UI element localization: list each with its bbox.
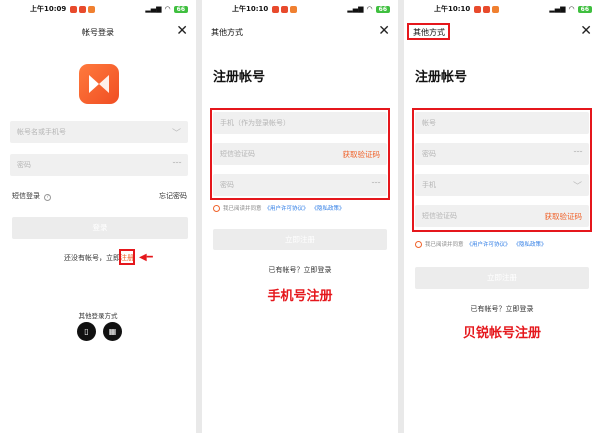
phone-input[interactable]: 手机（作为登录帐号） xyxy=(213,112,387,134)
nav-bar: 其他方式 ✕ xyxy=(202,22,398,42)
notification-icons xyxy=(272,5,298,13)
nav-bar: 帐号登录 ✕ xyxy=(0,22,196,42)
status-right: ▂▄▆ ◠ 66 xyxy=(145,5,188,13)
get-code-button[interactable]: 获取验证码 xyxy=(545,211,583,222)
caption-label: 贝锐帐号注册 xyxy=(462,326,541,341)
password-placeholder: 密码 xyxy=(17,161,31,169)
password-placeholder: 密码 xyxy=(422,150,436,158)
account-register-screen: 上午10:10 ▂▄▆ ◠ 66 其他方式 ✕ 注册帐号 帐号 密码 ˘˘˘ 手… xyxy=(404,0,600,433)
page-title: 帐号登录 xyxy=(82,28,114,37)
password-placeholder: 密码 xyxy=(220,181,234,189)
account-placeholder: 帐号名或手机号 xyxy=(17,128,66,136)
qr-code-icon[interactable]: ▦ xyxy=(103,322,122,341)
status-time: 上午10:10 xyxy=(232,5,269,13)
login-link[interactable]: 已有帐号？立即登录 xyxy=(404,304,600,314)
page-heading: 注册帐号 xyxy=(213,70,266,85)
password-input[interactable]: 密码 ˘˘˘ xyxy=(10,154,188,176)
other-methods-link[interactable]: 其他方式 xyxy=(211,27,243,38)
close-icon[interactable]: ✕ xyxy=(580,24,592,38)
signal-icon: ▂▄▆ xyxy=(549,5,566,13)
eye-closed-icon[interactable]: ˘˘˘ xyxy=(371,181,381,190)
agreement-row: 我已阅读并同意 《用户许可协议》 《隐私政策》 xyxy=(213,204,345,212)
other-methods-highlight-box xyxy=(407,23,450,40)
account-placeholder: 帐号 xyxy=(422,119,436,127)
help-icon[interactable]: ? xyxy=(44,194,52,201)
eye-closed-icon[interactable]: ˘˘˘ xyxy=(172,161,182,170)
privacy-policy-link[interactable]: 《隐私政策》 xyxy=(514,240,547,248)
register-highlight-box xyxy=(119,249,135,265)
sms-placeholder: 短信验证码 xyxy=(422,212,457,220)
signal-icon: ▂▄▆ xyxy=(145,5,162,13)
forgot-password-link[interactable]: 忘记密码 xyxy=(159,191,187,201)
status-right: ▂▄▆ ◠ 66 xyxy=(347,5,390,13)
register-button[interactable]: 立即注册 xyxy=(213,229,387,250)
status-bar: 上午10:10 ▂▄▆ ◠ 66 xyxy=(202,0,398,18)
arrow-left-icon: ◀━ xyxy=(139,252,153,263)
status-time: 上午10:09 xyxy=(30,5,67,13)
agreement-row: 我已阅读并同意 《用户许可协议》 《隐私政策》 xyxy=(415,240,547,248)
caption-label: 手机号注册 xyxy=(267,289,333,304)
battery-icon: 66 xyxy=(577,5,592,13)
close-icon[interactable]: ✕ xyxy=(176,24,188,38)
privacy-policy-link[interactable]: 《隐私政策》 xyxy=(312,204,345,212)
signal-icon: ▂▄▆ xyxy=(347,5,364,13)
status-bar: 上午10:10 ▂▄▆ ◠ 66 xyxy=(404,0,600,18)
close-icon[interactable]: ✕ xyxy=(378,24,390,38)
other-login-methods: 其他登录方式 xyxy=(78,312,118,320)
user-agreement-link[interactable]: 《用户许可协议》 xyxy=(265,204,309,212)
wifi-icon: ◠ xyxy=(568,5,575,13)
phone-register-screen: 上午10:10 ▂▄▆ ◠ 66 其他方式 ✕ 注册帐号 手机（作为登录帐号） … xyxy=(202,0,398,433)
register-button[interactable]: 立即注册 xyxy=(415,267,589,289)
notification-icons xyxy=(474,5,500,13)
sms-code-input[interactable]: 短信验证码 获取验证码 xyxy=(415,205,589,227)
agree-text: 我已阅读并同意 xyxy=(425,242,464,248)
status-right: ▂▄▆ ◠ 66 xyxy=(549,5,592,13)
account-input[interactable]: 帐号名或手机号 ﹀ xyxy=(10,121,188,143)
get-code-button[interactable]: 获取验证码 xyxy=(343,149,381,160)
phone-placeholder: 手机 xyxy=(422,181,436,189)
wifi-icon: ◠ xyxy=(366,5,373,13)
password-input[interactable]: 密码 ˘˘˘ xyxy=(213,174,387,196)
chevron-down-icon[interactable]: ﹀ xyxy=(172,126,181,139)
login-link[interactable]: 已有帐号？立即登录 xyxy=(202,265,398,275)
agree-text: 我已阅读并同意 xyxy=(223,206,262,212)
password-input[interactable]: 密码 ˘˘˘ xyxy=(415,143,589,165)
phone-input[interactable]: 手机 ﹀ xyxy=(415,174,589,196)
login-button[interactable]: 登录 xyxy=(12,217,188,239)
eye-closed-icon[interactable]: ˘˘˘ xyxy=(573,150,583,159)
app-logo-icon xyxy=(89,75,109,93)
chevron-down-icon[interactable]: ﹀ xyxy=(573,179,582,192)
page-heading: 注册帐号 xyxy=(415,70,468,85)
phone-placeholder: 手机（作为登录帐号） xyxy=(220,119,290,127)
agree-radio[interactable] xyxy=(213,204,220,212)
user-agreement-link[interactable]: 《用户许可协议》 xyxy=(467,240,511,248)
sms-code-input[interactable]: 短信验证码 获取验证码 xyxy=(213,143,387,165)
app-logo xyxy=(79,64,119,104)
agree-radio[interactable] xyxy=(415,240,422,248)
battery-icon: 66 xyxy=(375,5,390,13)
status-bar: 上午10:09 ▂▄▆ ◠ 66 xyxy=(0,0,196,18)
phone-icon[interactable]: ▯ xyxy=(77,322,96,341)
status-time: 上午10:10 xyxy=(434,5,471,13)
login-screen: 上午10:09 ▂▄▆ ◠ 66 帐号登录 ✕ 帐号名或手机号 ﹀ 密码 ˘˘˘… xyxy=(0,0,196,433)
wifi-icon: ◠ xyxy=(164,5,171,13)
account-input[interactable]: 帐号 xyxy=(415,112,589,134)
sms-login-link[interactable]: 短信登录 ? xyxy=(12,191,52,201)
battery-icon: 66 xyxy=(173,5,188,13)
sms-placeholder: 短信验证码 xyxy=(220,150,255,158)
notification-icons xyxy=(70,5,96,13)
